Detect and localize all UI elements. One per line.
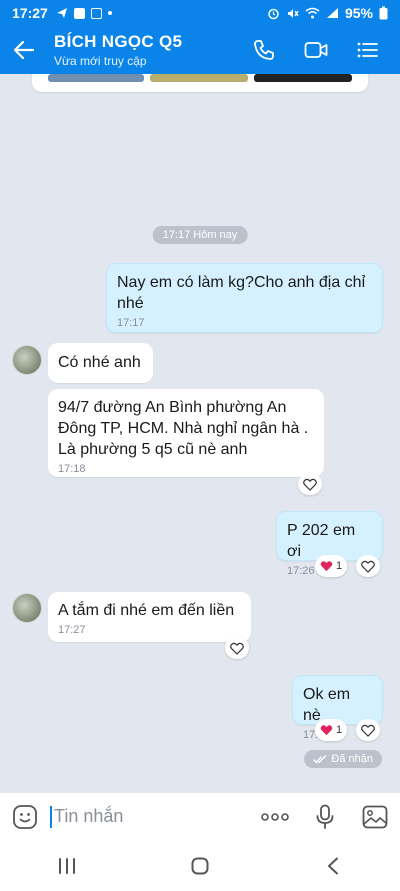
message-text: 94/7 đường An Bình phường An Đông TP, HC…	[58, 399, 309, 458]
status-bar: 17:27 95%	[0, 0, 400, 26]
home-button[interactable]	[170, 846, 230, 886]
avatar[interactable]	[12, 593, 42, 623]
reaction-count: 1	[336, 560, 343, 572]
back-arrow-icon	[14, 41, 34, 59]
home-icon	[191, 857, 209, 874]
chat-menu-button[interactable]	[344, 26, 392, 74]
reaction-count: 1	[336, 724, 343, 736]
heart-icon	[320, 725, 333, 736]
heart-outline-icon	[303, 478, 317, 491]
reaction-button[interactable]	[298, 473, 322, 495]
message-bubble-incoming[interactable]: Có nhé anh	[48, 343, 153, 383]
video-call-icon	[304, 42, 328, 58]
sticker-icon	[13, 804, 37, 829]
heart-icon	[320, 561, 333, 572]
contact-name: BÍCH NGỌC Q5	[54, 32, 183, 51]
more-options-button[interactable]	[250, 793, 300, 841]
reaction-button[interactable]	[356, 719, 380, 741]
message-bubble-incoming[interactable]: A tắm đi nhé em đến liền 17:27	[48, 592, 251, 642]
reaction-button[interactable]	[356, 555, 380, 577]
reaction-count-badge[interactable]: 1	[315, 555, 348, 577]
message-time: 17:18	[58, 463, 86, 475]
chat-header: BÍCH NGỌC Q5 Vừa mới truy cập	[0, 26, 400, 74]
message-text: Có nhé anh	[58, 354, 141, 371]
image-icon	[362, 805, 388, 828]
contact-info[interactable]: BÍCH NGỌC Q5 Vừa mới truy cập	[54, 32, 240, 68]
microphone-icon	[316, 804, 334, 829]
back-nav-icon	[328, 857, 339, 874]
system-navigation-bar	[0, 840, 400, 891]
wifi-icon	[305, 7, 320, 19]
app-notification-icon	[73, 7, 85, 19]
delivery-status-label: Đã nhận	[331, 753, 373, 765]
message-bubble-incoming[interactable]: 94/7 đường An Bình phường An Đông TP, HC…	[48, 389, 324, 477]
message-input[interactable]: Tin nhắn	[50, 805, 250, 828]
signal-icon	[326, 8, 338, 18]
voice-call-button[interactable]	[240, 26, 288, 74]
heart-outline-icon	[361, 724, 375, 737]
date-separator: 17:17 Hôm nay	[152, 226, 248, 244]
sticker-button[interactable]	[0, 793, 50, 841]
recents-button[interactable]	[37, 846, 97, 886]
video-call-button[interactable]	[292, 26, 340, 74]
notification-icons	[56, 7, 112, 19]
battery-level: 95%	[344, 5, 373, 21]
heart-outline-icon	[361, 560, 375, 573]
system-back-button[interactable]	[303, 846, 363, 886]
presence-status: Vừa mới truy cập	[54, 54, 147, 68]
double-check-icon	[313, 754, 327, 764]
previous-media-message[interactable]	[32, 74, 368, 92]
app-notification-icon	[90, 7, 102, 19]
message-input-placeholder: Tin nhắn	[54, 806, 124, 826]
message-bubble-outgoing[interactable]: Ok em nè 17:27	[292, 675, 383, 741]
message-bubble-outgoing[interactable]: P 202 em ơi 17:26	[276, 511, 383, 577]
message-time: 17:17	[117, 317, 145, 329]
message-text: A tắm đi nhé em đến liền	[58, 602, 235, 619]
reaction-button[interactable]	[225, 637, 249, 659]
message-text: Nay em có làm kg?Cho anh địa chỉ nhé	[117, 274, 366, 312]
delivery-status: Đã nhận	[304, 750, 382, 768]
alarm-icon	[268, 8, 279, 19]
media-thumbnail[interactable]	[48, 74, 144, 82]
media-thumbnail[interactable]	[254, 74, 352, 82]
message-composer: Tin nhắn	[0, 792, 400, 840]
menu-icon	[357, 42, 378, 58]
message-list[interactable]: 17:17 Hôm nay Nay em có làm kg?Cho anh đ…	[0, 74, 400, 792]
message-time: 17:27	[58, 624, 86, 636]
send-image-button[interactable]	[350, 793, 400, 841]
text-cursor	[50, 805, 52, 828]
phone-icon	[254, 40, 274, 60]
more-icon	[261, 812, 289, 821]
telegram-icon	[56, 8, 67, 18]
status-time: 17:27	[12, 5, 48, 21]
mute-icon	[287, 8, 299, 18]
more-notifications-dot	[107, 11, 112, 15]
heart-outline-icon	[230, 642, 244, 655]
avatar[interactable]	[12, 345, 42, 375]
reaction-count-badge[interactable]: 1	[315, 719, 348, 741]
system-icons: 95%	[267, 5, 388, 21]
message-bubble-outgoing[interactable]: Nay em có làm kg?Cho anh địa chỉ nhé 17:…	[106, 263, 383, 333]
voice-message-button[interactable]	[300, 793, 350, 841]
media-thumbnail[interactable]	[150, 74, 248, 82]
back-button[interactable]	[0, 26, 48, 74]
recents-icon	[58, 857, 75, 874]
battery-icon	[379, 6, 388, 20]
